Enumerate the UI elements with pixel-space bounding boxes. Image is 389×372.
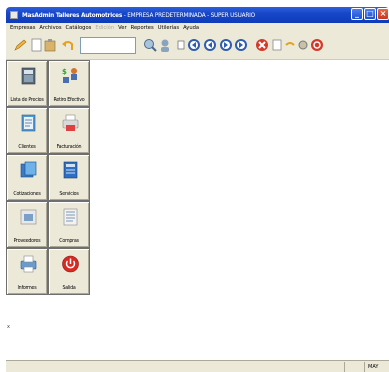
menu-utilerias[interactable]: Utilerías: [158, 25, 179, 31]
price-list-icon: [20, 67, 37, 85]
first-record-icon[interactable]: [187, 38, 201, 52]
tools-icon[interactable]: [296, 38, 310, 52]
module-facturacion[interactable]: Facturación: [48, 107, 90, 154]
module-clientes[interactable]: Clientes: [6, 107, 48, 154]
module-retiro-efectivo[interactable]: $ Retiro Efectivo: [48, 60, 90, 107]
module-label: Salida: [62, 285, 76, 291]
cash-withdrawal-icon: $: [62, 67, 79, 85]
purchases-icon: [62, 208, 79, 226]
menu-catalogos[interactable]: Catálogos: [66, 25, 92, 31]
caps-lock-indicator: MAY: [364, 362, 389, 372]
paste-icon[interactable]: [43, 38, 57, 52]
invoice-printer-icon: [62, 114, 79, 132]
user-search-icon[interactable]: [158, 38, 172, 52]
module-label: Proveedores: [13, 238, 41, 244]
window-title: MasAdmin Talleres Automotrices - EMPRESA…: [22, 11, 255, 19]
app-icon: [10, 11, 18, 19]
minimize-button[interactable]: _: [351, 8, 363, 20]
module-cotizaciones[interactable]: Cotizaciones: [6, 154, 48, 201]
menu-archivos[interactable]: Archivos: [39, 25, 61, 31]
module-lista-precios[interactable]: Lista de Precios: [6, 60, 48, 107]
quotes-icon: [20, 161, 37, 179]
delete-icon[interactable]: [255, 38, 269, 52]
clients-icon: [20, 114, 37, 132]
module-proveedores[interactable]: Proveedores: [6, 201, 48, 248]
module-compras[interactable]: Compras: [48, 201, 90, 248]
module-label: Servicios: [59, 191, 79, 197]
toolbar: [6, 33, 389, 60]
status-bar: MAY: [6, 360, 389, 372]
status-panel: [344, 362, 364, 372]
stop-icon[interactable]: [310, 38, 324, 52]
suppliers-icon: [20, 208, 37, 226]
reports-icon: [20, 255, 37, 273]
menu-reportes[interactable]: Reportes: [131, 25, 154, 31]
new-document-icon[interactable]: [29, 38, 43, 52]
module-label: Clientes: [18, 144, 36, 150]
menu-ver[interactable]: Ver: [118, 25, 126, 31]
exit-icon: [62, 255, 79, 273]
menu-edicion[interactable]: Edición: [95, 25, 114, 31]
menu-ayuda[interactable]: Ayuda: [183, 25, 199, 31]
return-icon[interactable]: [283, 38, 297, 52]
title-bar: MasAdmin Talleres Automotrices - EMPRESA…: [6, 7, 389, 23]
previous-record-icon[interactable]: [203, 38, 217, 52]
module-label: Facturación: [56, 144, 82, 150]
undo-icon[interactable]: [61, 38, 75, 52]
module-label: Cotizaciones: [13, 191, 41, 197]
module-label: Informes: [17, 285, 37, 291]
main-area: ' ' x Lista de Precios $ Retiro Efectivo…: [6, 60, 389, 360]
module-label: Lista de Precios: [10, 97, 44, 103]
module-salida[interactable]: Salida: [48, 248, 90, 295]
close-button[interactable]: ×: [377, 8, 389, 20]
last-record-icon[interactable]: [234, 38, 248, 52]
search-icon[interactable]: [143, 38, 157, 52]
search-input[interactable]: [80, 37, 136, 54]
module-informes[interactable]: Informes: [6, 248, 48, 295]
services-icon: [62, 161, 79, 179]
page-icon[interactable]: [174, 38, 188, 52]
module-label: Retiro Efectivo: [53, 97, 85, 103]
menu-empresas[interactable]: Empresas: [10, 25, 35, 31]
document-icon[interactable]: [270, 38, 284, 52]
module-servicios[interactable]: Servicios: [48, 154, 90, 201]
edit-pencil-icon[interactable]: [13, 38, 27, 52]
svg-text:$: $: [62, 68, 67, 76]
module-label: Compras: [59, 238, 79, 244]
menu-bar: Empresas Archivos Catálogos Edición Ver …: [6, 23, 389, 33]
next-record-icon[interactable]: [219, 38, 233, 52]
maximize-button[interactable]: □: [364, 8, 376, 20]
